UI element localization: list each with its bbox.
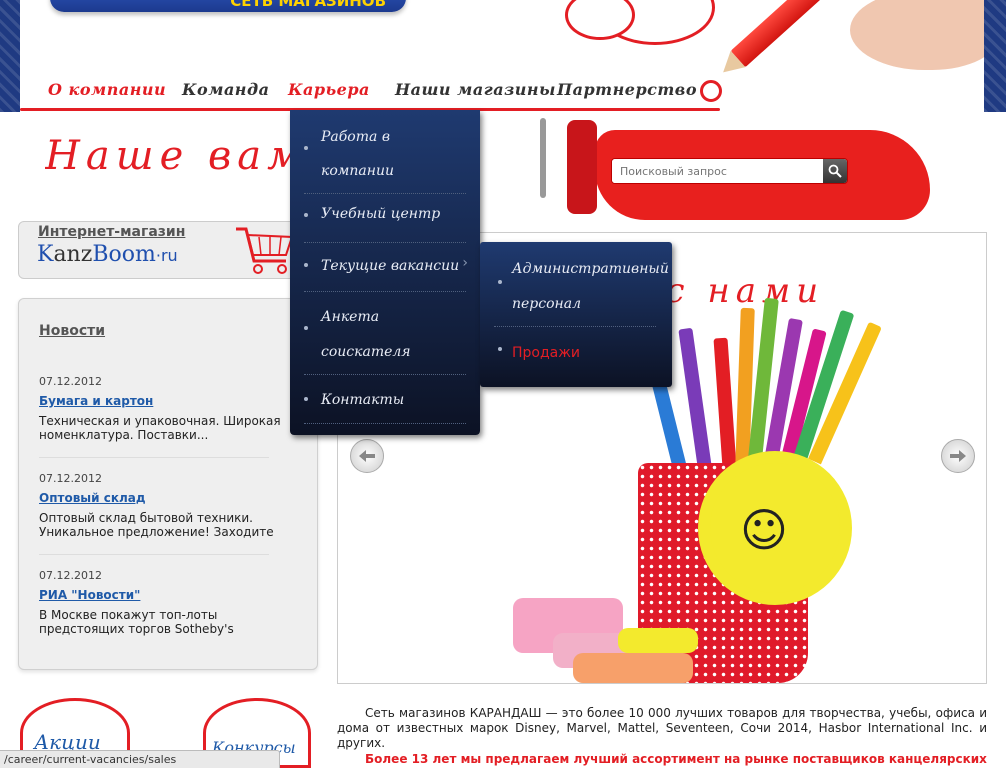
- dropdown-item-current-vacancies[interactable]: Текущие вакансии ›: [304, 250, 468, 292]
- dropdown-item-label: Анкета: [321, 309, 380, 325]
- dropdown-item-contacts[interactable]: Контакты: [304, 384, 466, 424]
- submenu-item-admin-staff-line2[interactable]: персонал: [512, 287, 581, 322]
- bullet-icon: [498, 347, 502, 351]
- nav-item-about[interactable]: О компании: [48, 80, 166, 99]
- news-heading[interactable]: Новости: [39, 323, 105, 339]
- dropdown-item-label: компании: [321, 163, 395, 179]
- arrow-right-icon: [950, 450, 966, 462]
- about-highlight-text: Более 13 лет мы предлагаем лучший ассорт…: [365, 752, 987, 766]
- news-item: 07.12.2012 РИА "Новости" В Москве покажу…: [39, 569, 304, 636]
- news-panel: Новости 07.12.2012 Бумага и картон Техни…: [18, 298, 318, 670]
- paint-roller-illustration: [567, 120, 597, 214]
- news-date: 07.12.2012: [39, 375, 102, 388]
- slider-prev-button[interactable]: [350, 439, 384, 473]
- header-side-pattern-left: [0, 0, 20, 112]
- slogan: Наше вам с кисточкой: [45, 133, 290, 179]
- news-text: Техническая и упаковочная. Широкая номен…: [39, 414, 281, 442]
- bullet-icon: [304, 213, 308, 217]
- news-date: 07.12.2012: [39, 569, 102, 582]
- search-input[interactable]: [612, 159, 822, 183]
- dropdown-item-label: Учебный центр: [321, 206, 441, 222]
- nav-item-partnership[interactable]: Партнерство: [557, 80, 697, 99]
- sticky-note-illustration: [618, 628, 698, 653]
- news-title-link[interactable]: Оптовый склад: [39, 491, 304, 505]
- dropdown-item-training-center[interactable]: Учебный центр: [304, 203, 466, 243]
- bullet-icon: [498, 280, 502, 284]
- pencil-illustration: [713, 337, 737, 469]
- roller-handle-illustration: [540, 118, 546, 198]
- site-header: СЕТЬ МАГАЗИНОВ О компании Команда Карьер…: [20, 0, 984, 112]
- dropdown-item-applicant-form[interactable]: Анкета соискателя: [304, 300, 466, 375]
- logo-banner-text: СЕТЬ МАГАЗИНОВ: [230, 0, 386, 10]
- internet-shop-title[interactable]: Интернет-магазин: [38, 224, 185, 240]
- kanzboom-logo[interactable]: KanzBoom·ru: [37, 242, 178, 267]
- submenu-item-admin-staff[interactable]: Административный: [512, 252, 669, 287]
- nav-item-stores[interactable]: Наши магазины: [395, 80, 556, 99]
- arrow-left-icon: [359, 450, 375, 462]
- news-date: 07.12.2012: [39, 472, 102, 485]
- vacancies-submenu: Административный персонал Продажи: [480, 242, 672, 387]
- nav-item-career[interactable]: Карьера: [288, 80, 370, 99]
- search-box: [611, 158, 848, 184]
- sticky-note-illustration: [573, 653, 693, 683]
- news-text: Оптовый склад бытовой техники. Уникально…: [39, 511, 274, 539]
- dropdown-item-work-in-company[interactable]: Работа в компании: [304, 120, 466, 194]
- logo-banner[interactable]: СЕТЬ МАГАЗИНОВ: [50, 0, 406, 12]
- bullet-icon: [304, 146, 308, 150]
- news-divider: [39, 554, 269, 555]
- main-nav: О компании Команда Карьера Наши магазины…: [20, 78, 740, 112]
- chevron-right-icon: ›: [462, 255, 468, 271]
- dropdown-item-label: соискателя: [321, 344, 411, 360]
- nav-item-team[interactable]: Команда: [182, 80, 269, 99]
- browser-status-url: /career/current-vacancies/sales: [0, 750, 280, 768]
- submenu-item-sales[interactable]: Продажи: [512, 336, 580, 371]
- dropdown-item-label: Текущие вакансии: [321, 258, 460, 274]
- dropdown-item-label: Контакты: [321, 392, 405, 408]
- internet-shop-banner[interactable]: Интернет-магазин KanzBoom·ru: [18, 221, 318, 279]
- shopping-cart-icon: [236, 227, 294, 274]
- about-text: Сеть магазинов КАРАНДАШ — это более 10 0…: [337, 706, 987, 750]
- news-item: 07.12.2012 Бумага и картон Техническая и…: [39, 375, 304, 442]
- bullet-icon: [304, 397, 308, 401]
- news-text: В Москве покажут топ-лоты предстоящих то…: [39, 608, 234, 636]
- search-button[interactable]: [823, 159, 847, 183]
- search-icon: [828, 164, 842, 178]
- pencil-illustration: [678, 327, 712, 469]
- bullet-icon: [304, 263, 308, 267]
- dropdown-item-label: Работа в: [321, 129, 390, 145]
- submenu-divider: [494, 326, 656, 327]
- news-divider: [39, 457, 269, 458]
- news-title-link[interactable]: Бумага и картон: [39, 394, 304, 408]
- smiley-face-icon: ☺: [740, 503, 788, 557]
- news-item: 07.12.2012 Оптовый склад Оптовый склад б…: [39, 472, 304, 539]
- header-side-pattern-right: [984, 0, 1006, 112]
- bullet-icon: [304, 326, 308, 330]
- hand-illustration: [850, 0, 984, 70]
- slider-next-button[interactable]: [941, 439, 975, 473]
- news-title-link[interactable]: РИА "Новости": [39, 588, 304, 602]
- career-dropdown-menu: Работа в компании Учебный центр Текущие …: [290, 110, 480, 435]
